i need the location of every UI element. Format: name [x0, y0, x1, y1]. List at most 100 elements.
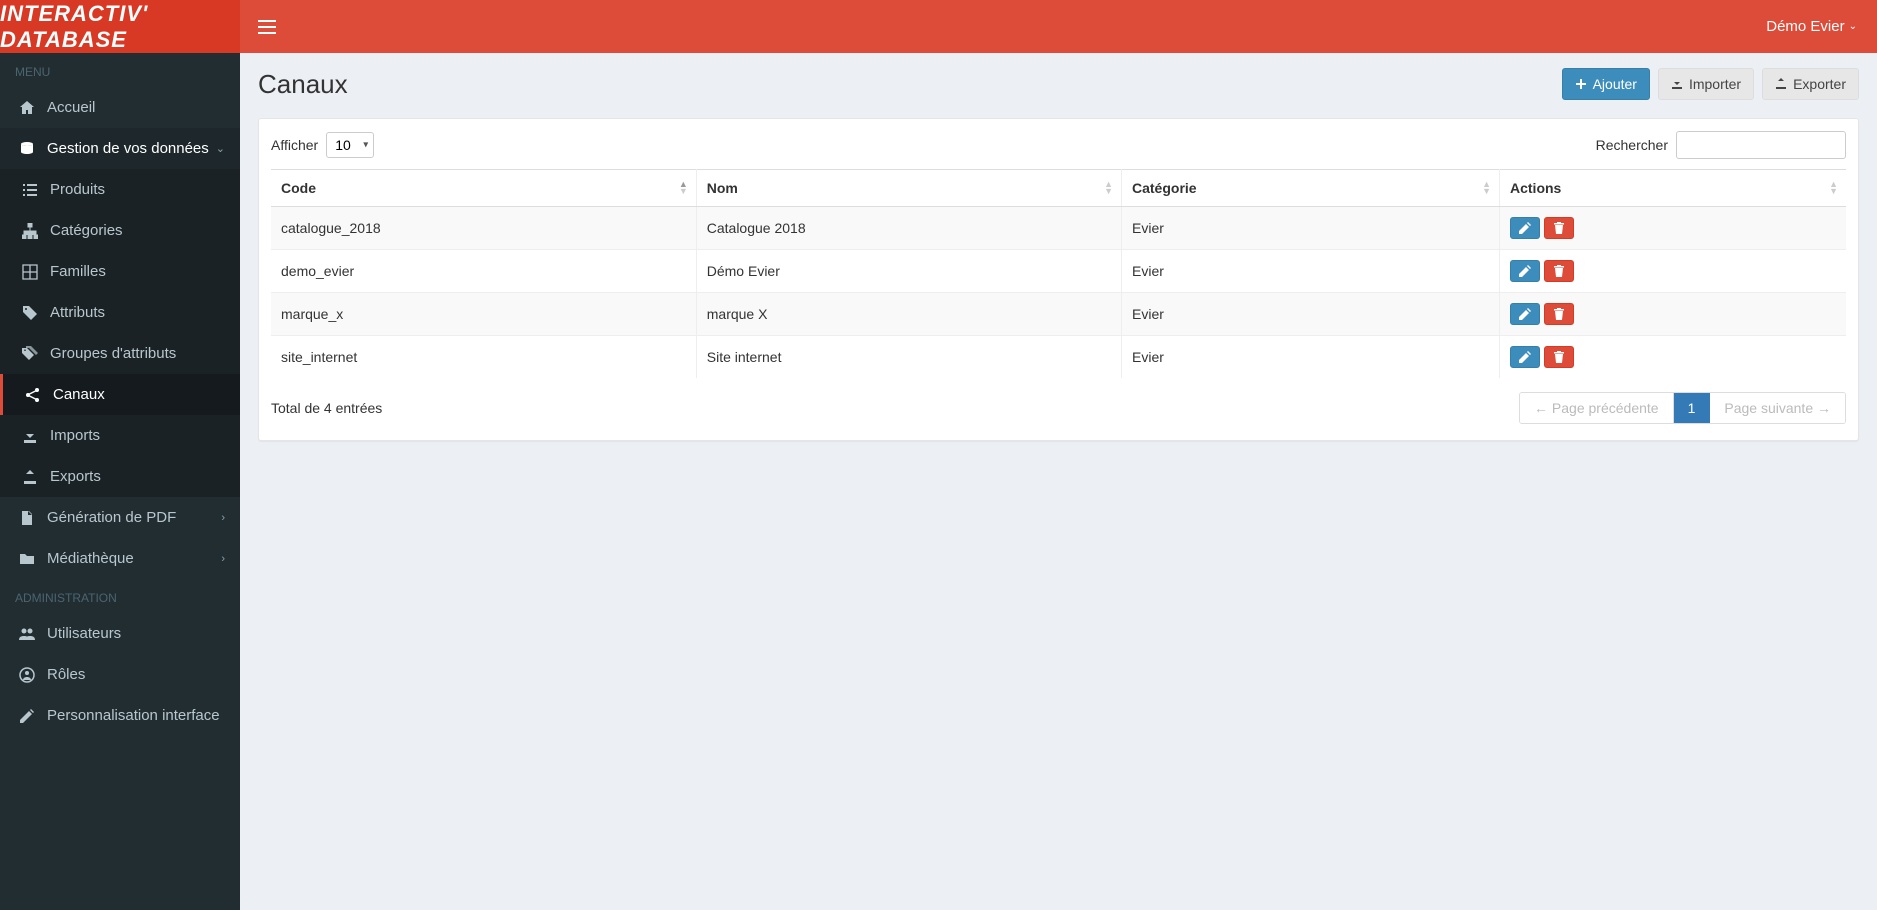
- sidebar-item-label: Attributs: [50, 304, 105, 321]
- cell-nom: Démo Evier: [696, 250, 1121, 293]
- sidebar-item-familles[interactable]: Familles: [0, 251, 240, 292]
- edit-button[interactable]: [1510, 346, 1540, 368]
- pencil-icon: [1519, 351, 1531, 363]
- panel: Afficher 10 Rechercher: [258, 118, 1859, 441]
- download-icon: [1671, 78, 1683, 90]
- sidebar-item-pdf[interactable]: Génération de PDF ›: [0, 497, 240, 538]
- sidebar-item-label: Catégories: [50, 222, 123, 239]
- sort-icon: ▲▼: [1482, 181, 1491, 195]
- sidebar-item-perso[interactable]: Personnalisation interface: [0, 695, 240, 736]
- sidebar-item-roles[interactable]: Rôles: [0, 654, 240, 695]
- trash-icon: [1553, 265, 1565, 277]
- chevron-down-icon: ⌄: [1849, 21, 1857, 32]
- sort-icon: ▲▼: [1104, 181, 1113, 195]
- sidebar-item-produits[interactable]: Produits: [0, 169, 240, 210]
- pagination-next[interactable]: Page suivante →: [1710, 393, 1845, 423]
- upload-icon: [1775, 78, 1787, 90]
- table-row: site_internetSite internetEvier: [271, 336, 1846, 379]
- button-label: Exporter: [1793, 76, 1846, 92]
- edit-button[interactable]: [1510, 217, 1540, 239]
- delete-button[interactable]: [1544, 260, 1574, 282]
- cell-nom: marque X: [696, 293, 1121, 336]
- sidebar-item-categories[interactable]: Catégories: [0, 210, 240, 251]
- pencil-icon: [1519, 308, 1531, 320]
- delete-button[interactable]: [1544, 217, 1574, 239]
- page-title: Canaux: [258, 69, 348, 100]
- sidebar-item-imports[interactable]: Imports: [0, 415, 240, 456]
- add-button[interactable]: Ajouter: [1562, 68, 1650, 100]
- user-name: Démo Evier: [1766, 18, 1844, 35]
- content: Canaux Ajouter Importer Exporter: [240, 53, 1877, 910]
- edit-button[interactable]: [1510, 303, 1540, 325]
- table-row: marque_xmarque XEvier: [271, 293, 1846, 336]
- sidebar-item-exports[interactable]: Exports: [0, 456, 240, 497]
- panel-footer: Total de 4 entrées ← Page précédente 1 P…: [271, 392, 1846, 424]
- delete-button[interactable]: [1544, 303, 1574, 325]
- sidebar: MENU Accueil Gestion de vos données ⌄ Pr…: [0, 53, 240, 910]
- pagination-current[interactable]: 1: [1674, 393, 1711, 423]
- column-header-code[interactable]: Code ▲▼: [271, 170, 696, 207]
- chevron-right-icon: ›: [221, 553, 225, 565]
- export-button[interactable]: Exporter: [1762, 68, 1859, 100]
- plus-icon: [1575, 78, 1587, 90]
- list-icon: [18, 182, 42, 198]
- import-button[interactable]: Importer: [1658, 68, 1754, 100]
- topbar: INTERACTIV' DATABASE Démo Evier ⌄: [0, 0, 1877, 53]
- sidebar-item-groupes[interactable]: Groupes d'attributs: [0, 333, 240, 374]
- column-header-categorie[interactable]: Catégorie ▲▼: [1122, 170, 1500, 207]
- tags-icon: [18, 346, 42, 362]
- page-size-select[interactable]: 10: [326, 132, 374, 158]
- edit-button[interactable]: [1510, 260, 1540, 282]
- cell-actions: [1500, 207, 1847, 250]
- sidebar-item-utilisateurs[interactable]: Utilisateurs: [0, 613, 240, 654]
- download-icon: [18, 428, 42, 444]
- pagination: ← Page précédente 1 Page suivante →: [1519, 392, 1846, 424]
- search-label: Rechercher: [1596, 137, 1668, 153]
- upload-icon: [18, 469, 42, 485]
- cell-code: demo_evier: [271, 250, 696, 293]
- brand-logo[interactable]: INTERACTIV' DATABASE: [0, 0, 240, 53]
- hamburger-icon[interactable]: [240, 20, 294, 34]
- delete-button[interactable]: [1544, 346, 1574, 368]
- sidebar-item-media[interactable]: Médiathèque ›: [0, 538, 240, 579]
- sidebar-item-accueil[interactable]: Accueil: [0, 87, 240, 128]
- total-text: Total de 4 entrées: [271, 400, 382, 416]
- sidebar-item-attributs[interactable]: Attributs: [0, 292, 240, 333]
- cell-code: site_internet: [271, 336, 696, 379]
- toolbar: Ajouter Importer Exporter: [1562, 68, 1859, 100]
- edit-icon: [15, 708, 39, 724]
- show-label: Afficher: [271, 137, 318, 153]
- sidebar-heading-admin: ADMINISTRATION: [0, 579, 240, 613]
- sidebar-item-label: Médiathèque: [47, 550, 134, 567]
- page-header: Canaux Ajouter Importer Exporter: [258, 68, 1859, 100]
- column-header-actions: Actions ▲▼: [1500, 170, 1847, 207]
- share-icon: [21, 387, 45, 403]
- grid-icon: [18, 264, 42, 280]
- cell-actions: [1500, 250, 1847, 293]
- chevron-right-icon: ›: [221, 512, 225, 524]
- column-header-nom[interactable]: Nom ▲▼: [696, 170, 1121, 207]
- user-menu[interactable]: Démo Evier ⌄: [1746, 18, 1877, 35]
- sidebar-item-label: Exports: [50, 468, 101, 485]
- datatable: Code ▲▼ Nom ▲▼ Catégorie ▲▼ Actions: [271, 169, 1846, 378]
- sidebar-item-label: Imports: [50, 427, 100, 444]
- user-circle-icon: [15, 667, 39, 683]
- cell-nom: Catalogue 2018: [696, 207, 1121, 250]
- sidebar-heading-menu: MENU: [0, 53, 240, 87]
- cell-categorie: Evier: [1122, 336, 1500, 379]
- sidebar-item-label: Groupes d'attributs: [50, 345, 176, 362]
- pencil-icon: [1519, 222, 1531, 234]
- search-input[interactable]: [1676, 131, 1846, 159]
- file-pdf-icon: [15, 510, 39, 526]
- sidebar-item-label: Génération de PDF: [47, 509, 176, 526]
- sidebar-item-label: Produits: [50, 181, 105, 198]
- sidebar-item-canaux[interactable]: Canaux: [0, 374, 240, 415]
- sidebar-item-label: Rôles: [47, 666, 85, 683]
- sidebar-item-gestion[interactable]: Gestion de vos données ⌄: [0, 128, 240, 169]
- cell-nom: Site internet: [696, 336, 1121, 379]
- cell-categorie: Evier: [1122, 250, 1500, 293]
- folder-icon: [15, 551, 39, 567]
- tag-icon: [18, 305, 42, 321]
- pagination-prev[interactable]: ← Page précédente: [1520, 393, 1674, 423]
- sidebar-item-label: Familles: [50, 263, 106, 280]
